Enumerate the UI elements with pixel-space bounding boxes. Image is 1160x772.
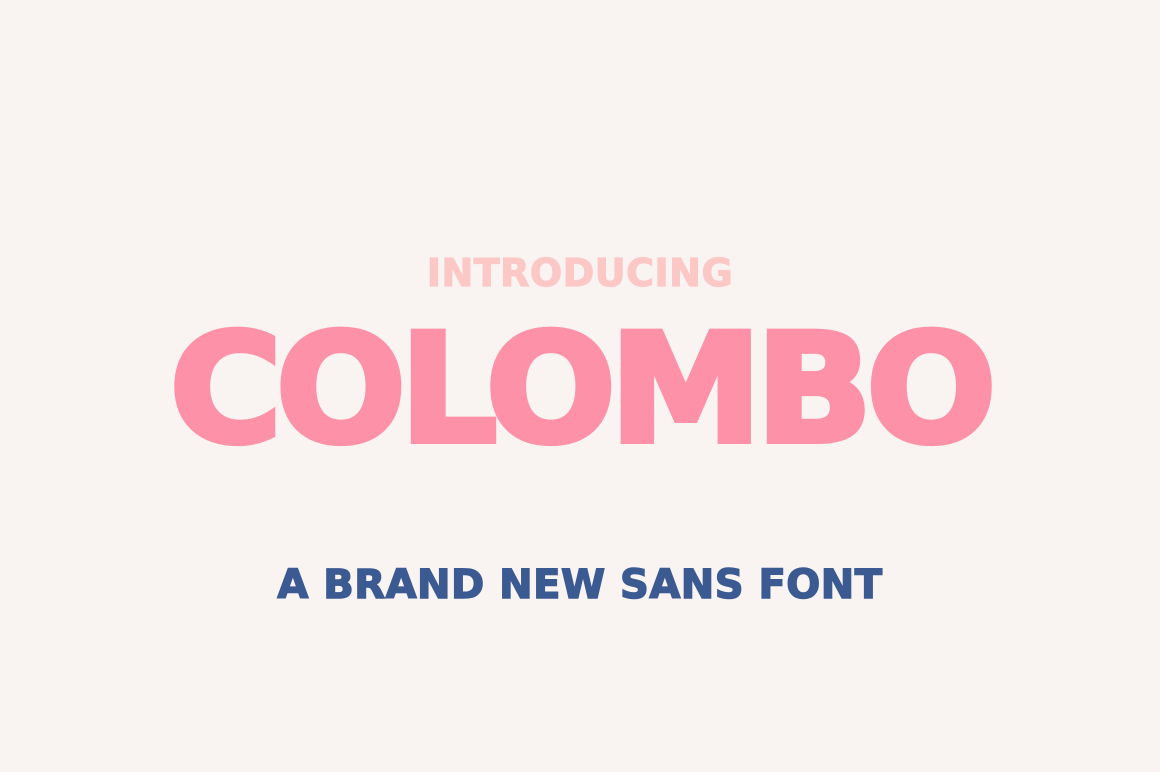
tagline-text: A BRAND NEW SANS FONT: [277, 561, 883, 609]
intro-text: INTRODUCING: [426, 250, 734, 295]
font-title: COLOMBO: [167, 300, 1000, 480]
font-poster: INTRODUCING COLOMBO A BRAND NEW SANS FON…: [0, 0, 1160, 772]
